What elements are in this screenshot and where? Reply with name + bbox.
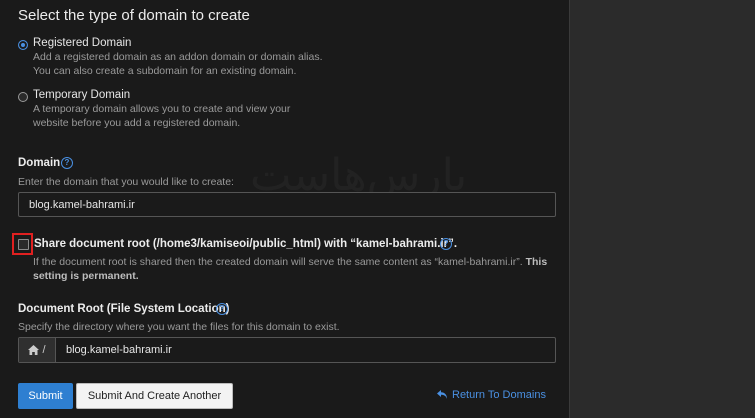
docroot-input-group: / blog.kamel-bahrami.ir: [18, 337, 556, 363]
domain-input[interactable]: blog.kamel-bahrami.ir: [18, 192, 556, 217]
registered-domain-desc-2: You can also create a subdomain for an e…: [33, 65, 297, 77]
share-docroot-desc-bold: This: [525, 256, 548, 268]
return-arrow-icon: [437, 390, 447, 399]
domain-hint: Enter the domain that you would like to …: [18, 176, 234, 188]
return-to-domains-label: Return To Domains: [452, 389, 546, 401]
registered-domain-radio[interactable]: [18, 40, 28, 50]
share-docroot-desc: If the document root is shared then the …: [33, 255, 553, 283]
submit-create-another-button[interactable]: Submit And Create Another: [76, 383, 233, 409]
docroot-prefix-slash: /: [42, 344, 46, 356]
home-icon: [28, 345, 40, 355]
registered-domain-desc-1: Add a registered domain as an addon doma…: [33, 51, 323, 63]
temporary-domain-desc-1: A temporary domain allows you to create …: [33, 103, 291, 115]
right-sidebar: [569, 0, 755, 418]
share-docroot-help-icon[interactable]: ?: [440, 238, 452, 250]
share-docroot-label[interactable]: Share document root (/home3/kamiseoi/pub…: [34, 238, 457, 250]
docroot-help-icon[interactable]: ?: [216, 303, 228, 315]
create-domain-panel: Select the type of domain to create Regi…: [0, 0, 569, 418]
temporary-domain-label[interactable]: Temporary Domain: [33, 89, 130, 101]
return-to-domains-link[interactable]: Return To Domains: [437, 389, 546, 401]
share-docroot-desc-bold-2: setting is permanent.: [33, 270, 139, 282]
temporary-domain-desc-2: website before you add a registered doma…: [33, 117, 241, 129]
share-docroot-desc-text: If the document root is shared then the …: [33, 256, 523, 268]
domain-label: Domain: [18, 157, 61, 169]
share-docroot-checkbox[interactable]: [18, 239, 29, 250]
registered-domain-label[interactable]: Registered Domain: [33, 37, 131, 49]
domain-help-icon[interactable]: ?: [61, 157, 73, 169]
docroot-label: Document Root (File System Location): [18, 303, 230, 315]
page-title: Select the type of domain to create: [18, 7, 250, 24]
submit-button[interactable]: Submit: [18, 383, 73, 409]
docroot-hint: Specify the directory where you want the…: [18, 321, 340, 333]
temporary-domain-radio[interactable]: [18, 92, 28, 102]
docroot-prefix: /: [19, 338, 56, 362]
docroot-input[interactable]: blog.kamel-bahrami.ir: [56, 338, 555, 362]
